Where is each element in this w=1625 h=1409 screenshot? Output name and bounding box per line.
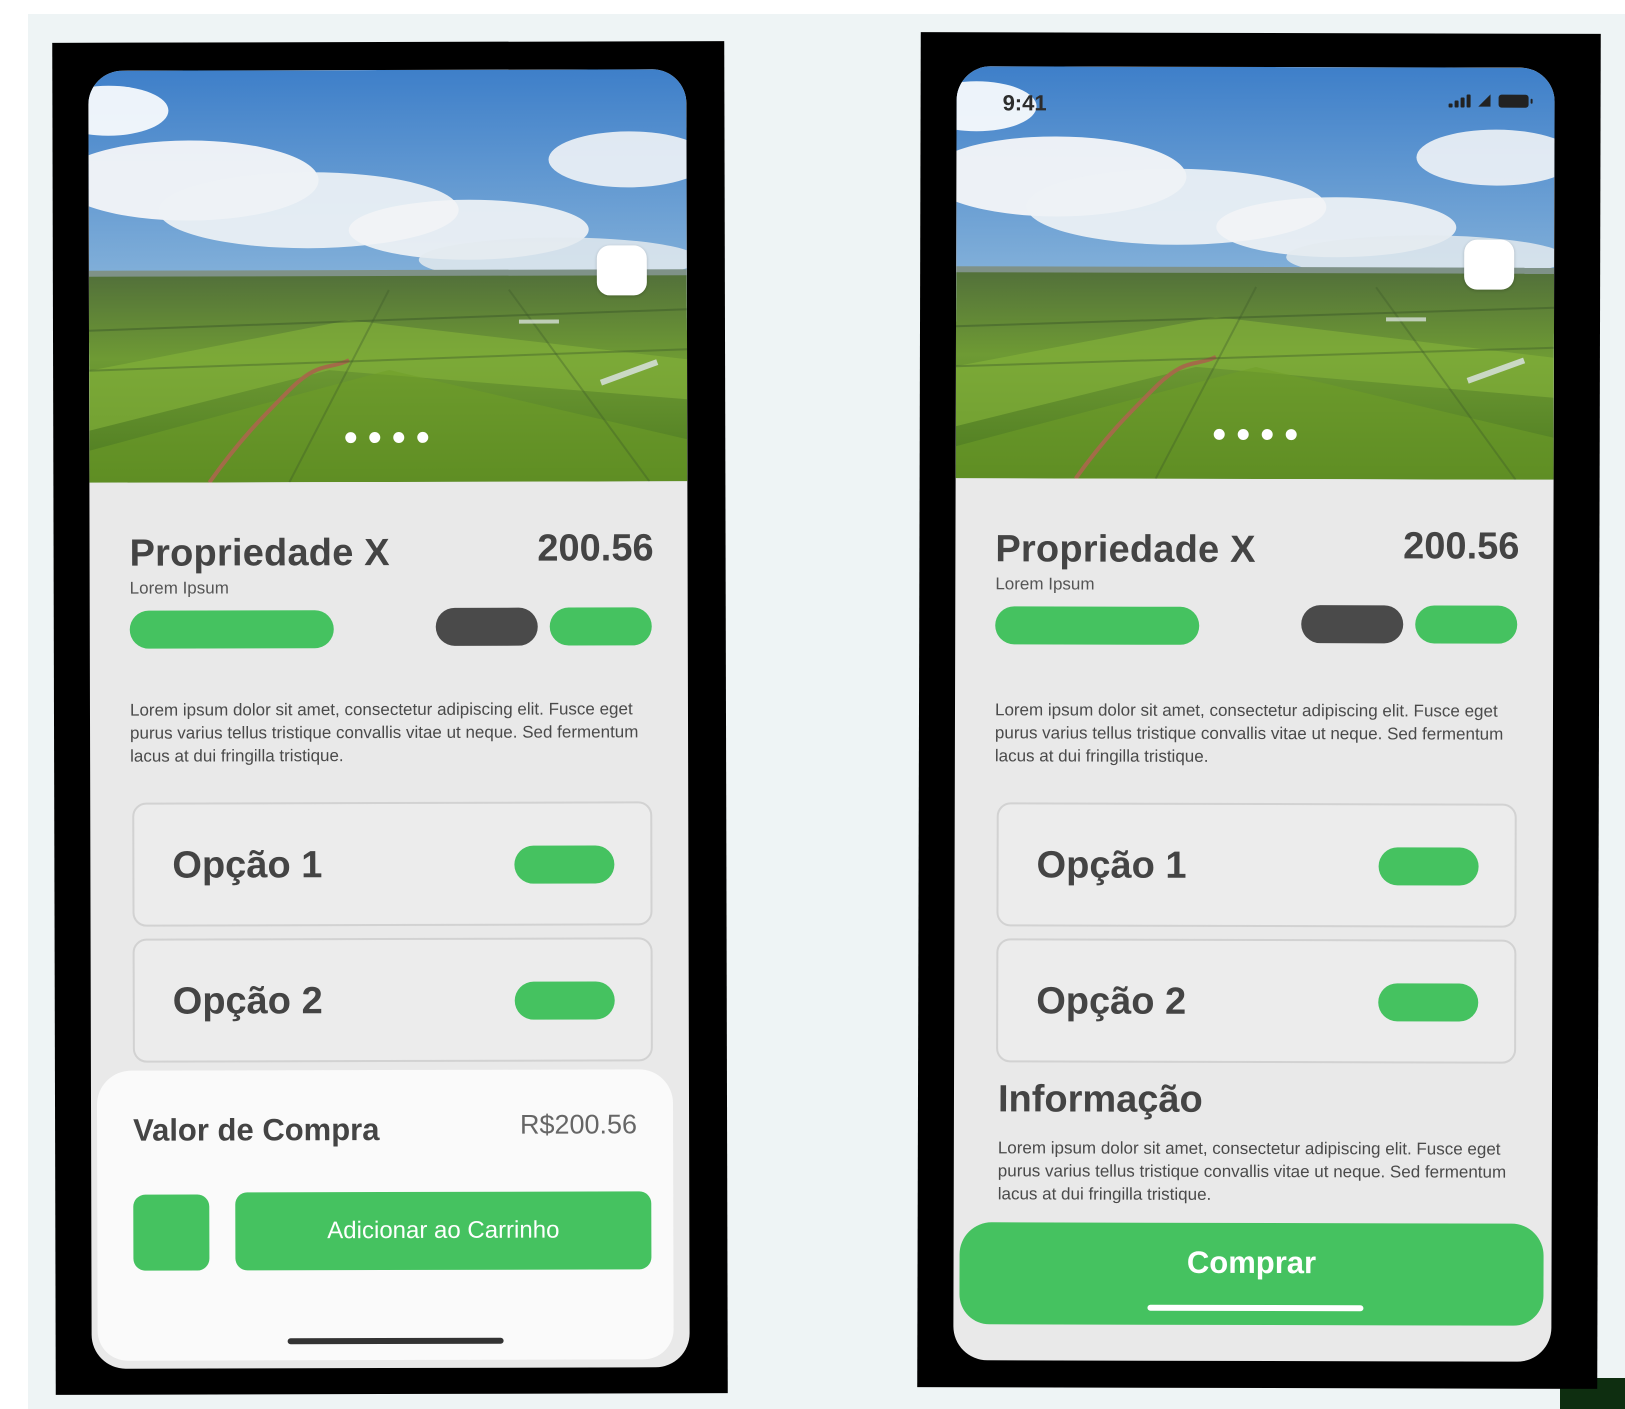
tag-pill[interactable] <box>995 606 1200 645</box>
favorite-button[interactable] <box>596 245 647 296</box>
option-label: Opção 2 <box>1036 980 1187 1023</box>
carousel-dot[interactable] <box>344 432 356 444</box>
carousel-dot[interactable] <box>1213 428 1225 440</box>
property-title: Propriedade X <box>995 528 1256 571</box>
tag-pill[interactable] <box>129 610 334 649</box>
property-subtitle: Lorem Ipsum <box>995 574 1095 594</box>
carousel-dot[interactable] <box>392 431 404 443</box>
buy-button-label: Comprar <box>1186 1244 1317 1281</box>
tag-pill-dark[interactable] <box>1301 605 1404 644</box>
status-time: 9:41 <box>1002 90 1047 116</box>
option-card-2[interactable]: Opção 2 <box>132 937 653 1063</box>
tag-pill-dark[interactable] <box>435 607 538 646</box>
quantity-button[interactable] <box>133 1194 210 1271</box>
info-heading: Informação <box>997 1078 1203 1121</box>
property-title: Propriedade X <box>129 532 390 575</box>
home-indicator <box>287 1337 504 1345</box>
option-toggle[interactable] <box>514 981 615 1020</box>
carousel-dots[interactable] <box>88 431 685 444</box>
option-toggle[interactable] <box>1378 847 1479 886</box>
phone-frame-buy: 9:41 ◢ Propriedade X 200.56 Lorem Ipsum … <box>917 32 1601 1389</box>
battery-icon <box>1498 94 1529 108</box>
carousel-dot[interactable] <box>1285 429 1297 441</box>
purchase-value: R$200.56 <box>519 1109 638 1140</box>
option-label: Opção 2 <box>172 980 323 1023</box>
property-price: 200.56 <box>537 527 654 570</box>
add-to-cart-button[interactable]: Adicionar ao Carrinho <box>235 1191 652 1271</box>
favorite-button[interactable] <box>1464 239 1515 290</box>
purchase-sheet: Valor de Compra R$200.56 Adicionar ao Ca… <box>96 1069 674 1361</box>
option-card-2[interactable]: Opção 2 <box>996 938 1517 1064</box>
info-text: Lorem ipsum dolor sit amet, consectetur … <box>997 1138 1507 1204</box>
option-label: Opção 1 <box>172 844 323 887</box>
option-toggle[interactable] <box>1378 983 1479 1022</box>
phone-screen: 9:41 ◢ Propriedade X 200.56 Lorem Ipsum … <box>953 66 1555 1362</box>
option-label: Opção 1 <box>1036 844 1187 887</box>
property-description: Lorem ipsum dolor sit amet, consectetur … <box>994 700 1504 766</box>
property-description: Lorem ipsum dolor sit amet, consectetur … <box>129 699 639 766</box>
phone-screen: Propriedade X 200.56 Lorem Ipsum Lorem i… <box>88 69 690 1369</box>
signal-icon <box>1448 93 1471 108</box>
phone-frame-cart: Propriedade X 200.56 Lorem Ipsum Lorem i… <box>52 41 728 1395</box>
carousel-dot[interactable] <box>1261 429 1273 441</box>
home-indicator <box>1147 1304 1364 1312</box>
tag-pill[interactable] <box>1415 605 1518 644</box>
property-price: 200.56 <box>1403 525 1520 568</box>
carousel-dots[interactable] <box>956 428 1554 441</box>
purchase-label: Valor de Compra <box>133 1112 380 1148</box>
carousel-dot[interactable] <box>368 432 380 444</box>
carousel-dot[interactable] <box>416 431 428 443</box>
carousel-dot[interactable] <box>1237 428 1249 440</box>
status-icons: ◢ <box>1448 91 1529 109</box>
option-card-1[interactable]: Opção 1 <box>132 801 653 927</box>
option-card-1[interactable]: Opção 1 <box>996 802 1517 928</box>
tag-pill[interactable] <box>549 607 652 646</box>
option-toggle[interactable] <box>514 845 615 884</box>
wifi-icon: ◢ <box>1478 91 1491 109</box>
property-subtitle: Lorem Ipsum <box>129 578 229 598</box>
